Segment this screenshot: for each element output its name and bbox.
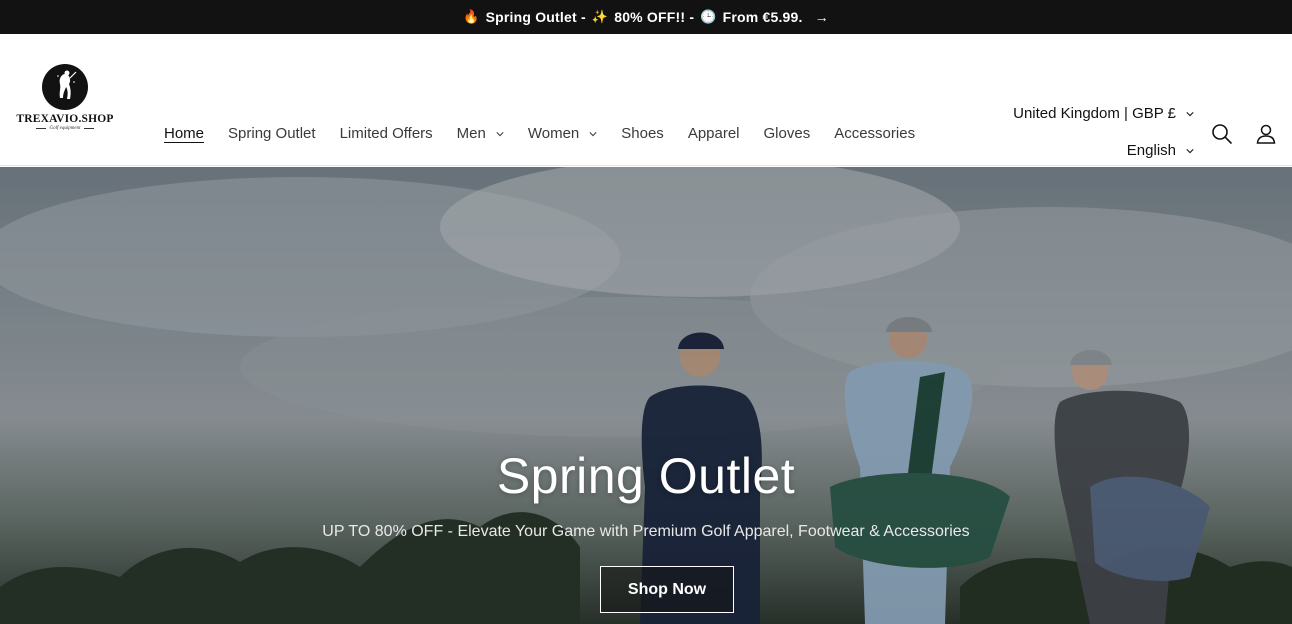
hero-banner: Spring Outlet UP TO 80% OFF - Elevate Yo… xyxy=(0,167,1292,624)
announcement-part-2: 80% OFF!! - xyxy=(614,9,695,25)
site-logo[interactable]: TREXAVIO.SHOP Golf equipment xyxy=(16,64,114,138)
announcement-part-1: Spring Outlet - xyxy=(485,9,586,25)
shop-now-button[interactable]: Shop Now xyxy=(600,566,734,613)
clock-icon: 🕒 xyxy=(700,9,717,24)
nav-item-limited-offers[interactable]: Limited Offers xyxy=(340,124,433,144)
logo-tagline: Golf equipment xyxy=(36,126,95,131)
locale-selectors: United Kingdom | GBP £ English xyxy=(1013,104,1194,161)
logo-name: TREXAVIO.SHOP xyxy=(16,113,114,125)
site-header: TREXAVIO.SHOP Golf equipment Home Spring… xyxy=(0,34,1292,166)
nav-item-accessories[interactable]: Accessories xyxy=(834,124,915,144)
language-label: English xyxy=(1126,142,1176,159)
chevron-down-icon xyxy=(589,132,597,137)
nav-item-gloves[interactable]: Gloves xyxy=(764,124,811,144)
chevron-down-icon xyxy=(1186,112,1194,117)
arrow-right-icon[interactable]: → xyxy=(815,9,829,25)
nav-item-shoes[interactable]: Shoes xyxy=(621,124,664,144)
country-label: United Kingdom | GBP £ xyxy=(1013,105,1176,122)
account-icon[interactable] xyxy=(1254,122,1278,146)
sparkle-icon: ✨ xyxy=(591,9,609,24)
hero-title: Spring Outlet xyxy=(496,448,796,504)
nav-label: Spring Outlet xyxy=(228,125,316,142)
chevron-down-icon xyxy=(496,132,504,137)
nav-label: Limited Offers xyxy=(339,125,433,142)
nav-label: Gloves xyxy=(763,125,811,142)
nav-item-men[interactable]: Men xyxy=(457,124,504,144)
nav-label: Women xyxy=(527,125,580,142)
language-selector[interactable]: English xyxy=(1127,141,1194,161)
hero-subtitle: UP TO 80% OFF - Elevate Your Game with P… xyxy=(322,523,970,540)
nav-label: Accessories xyxy=(834,125,916,142)
fire-icon: 🔥 xyxy=(463,9,480,24)
announcement-bar[interactable]: 🔥 Spring Outlet - ✨ 80% OFF!! - 🕒 From €… xyxy=(0,0,1292,34)
main-nav: Home Spring Outlet Limited Offers Men Wo… xyxy=(164,124,939,144)
nav-label: Apparel xyxy=(687,125,740,142)
nav-item-apparel[interactable]: Apparel xyxy=(688,124,740,144)
nav-item-home[interactable]: Home xyxy=(164,124,204,144)
nav-label: Shoes xyxy=(621,125,664,142)
nav-item-spring-outlet[interactable]: Spring Outlet xyxy=(228,124,316,144)
nav-label: Home xyxy=(164,125,205,142)
golfer-logo-icon xyxy=(42,64,88,110)
announcement-part-3: From €5.99. xyxy=(722,9,803,25)
nav-label: Men xyxy=(456,125,486,142)
nav-item-women[interactable]: Women xyxy=(528,124,597,144)
hero-overlay xyxy=(0,167,1292,624)
country-selector[interactable]: United Kingdom | GBP £ xyxy=(1013,104,1194,124)
search-icon[interactable] xyxy=(1210,122,1234,146)
chevron-down-icon xyxy=(1186,149,1194,154)
